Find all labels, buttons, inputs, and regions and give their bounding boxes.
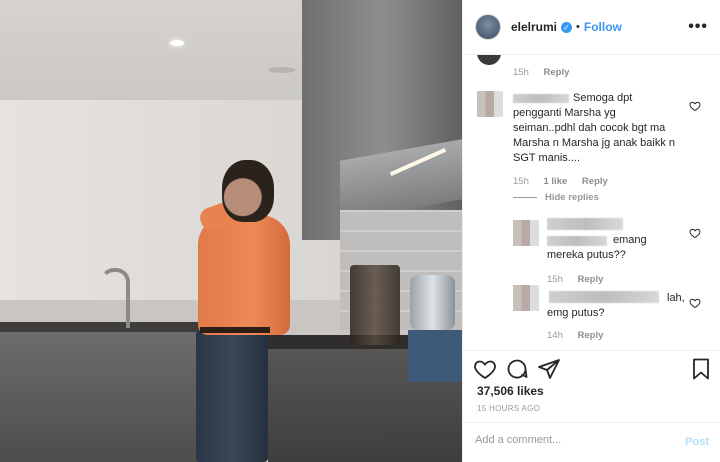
- reply-button[interactable]: Reply: [582, 176, 608, 187]
- reply-text: emg putus?: [547, 307, 605, 319]
- comments-list[interactable]: 15h Reply Semoga dpt pengganti Marsha yg…: [463, 55, 720, 350]
- comment-text: seiman..pdhl dah cocok bgt ma: [513, 122, 666, 134]
- photo-kettle: [410, 275, 455, 330]
- hide-replies-line: [513, 196, 537, 198]
- comment-text: Marsha n Marsha jg anak baikk n: [513, 137, 676, 149]
- comment-avatar-blurred[interactable]: [477, 91, 503, 117]
- reply-time: 14h: [547, 330, 563, 341]
- add-comment-bar: Post: [463, 422, 720, 462]
- like-reply-heart-icon[interactable]: [689, 297, 701, 309]
- reply-text: lah,: [667, 292, 685, 304]
- post-button[interactable]: Post: [685, 436, 709, 448]
- bookmark-icon[interactable]: [689, 357, 713, 381]
- reply-button[interactable]: Reply: [578, 330, 604, 341]
- reply-button[interactable]: Reply: [578, 274, 604, 285]
- like-comment-heart-icon[interactable]: [689, 100, 701, 112]
- hide-replies-button[interactable]: Hide replies: [513, 192, 599, 203]
- reply-meta: 14h Reply: [547, 330, 615, 341]
- photo-person-head: [222, 160, 274, 222]
- separator-dot: •: [576, 21, 580, 33]
- avatar[interactable]: [475, 14, 501, 40]
- comment-icon[interactable]: [505, 357, 529, 381]
- follow-button[interactable]: Follow: [584, 20, 622, 34]
- comment-text: Semoga dpt: [573, 92, 633, 104]
- photo-person-belt: [200, 327, 270, 333]
- comment-time: 15h: [513, 67, 529, 78]
- reply-avatar-blurred[interactable]: [513, 220, 539, 246]
- post-time-ago: 15 HOURS AGO: [477, 404, 541, 413]
- redacted-username: [547, 236, 607, 246]
- reply-time: 15h: [547, 274, 563, 285]
- post-photo[interactable]: [0, 0, 462, 462]
- like-reply-heart-icon[interactable]: [689, 227, 701, 239]
- share-icon[interactable]: [537, 357, 561, 381]
- photo-counter-left: [0, 325, 210, 462]
- comment-time: 15h: [513, 176, 529, 187]
- photo-vent: [268, 67, 296, 73]
- redacted-username: [513, 94, 569, 103]
- heart-icon[interactable]: [473, 357, 497, 381]
- redacted-username: [549, 291, 659, 303]
- reply-avatar-blurred[interactable]: [513, 285, 539, 311]
- comment-meta: 15h 1 like Reply: [513, 176, 620, 187]
- photo-faucet: [100, 268, 130, 328]
- photo-person-body: [198, 215, 290, 335]
- reply-meta: 15h Reply: [547, 274, 615, 285]
- comment-text: SGT manis....: [513, 152, 581, 164]
- photo-bottles: [350, 265, 400, 345]
- verified-icon: ✓: [561, 21, 573, 33]
- comment-text: pengganti Marsha yg: [513, 107, 616, 119]
- redacted-username: [547, 218, 623, 230]
- reply-text: mereka putus??: [547, 249, 626, 261]
- photo-box: [408, 330, 462, 382]
- hide-replies-label: Hide replies: [545, 192, 599, 203]
- comment-input[interactable]: [475, 434, 675, 446]
- comment-meta: 15h Reply: [513, 67, 581, 78]
- comment-avatar[interactable]: [477, 55, 501, 65]
- photo-person-legs: [196, 330, 268, 462]
- photo-ceiling-light: [170, 40, 184, 46]
- post-header: elelrumi ✓ • Follow •••: [463, 0, 720, 55]
- comment-likes[interactable]: 1 like: [544, 176, 568, 187]
- username[interactable]: elelrumi: [511, 20, 557, 34]
- more-options-icon[interactable]: •••: [688, 18, 708, 36]
- post-sidebar: elelrumi ✓ • Follow ••• 15h Reply Semoga…: [462, 0, 720, 462]
- reply-button[interactable]: Reply: [544, 67, 570, 78]
- likes-count[interactable]: 37,506 likes: [477, 384, 544, 398]
- post-actions: 37,506 likes 15 HOURS AGO: [463, 350, 720, 422]
- reply-text: emang: [613, 234, 647, 246]
